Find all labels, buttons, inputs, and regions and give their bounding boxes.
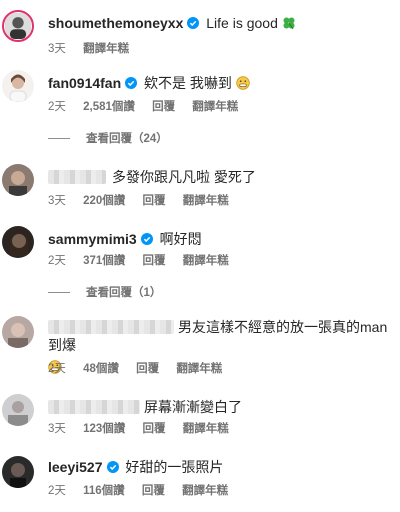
user-avatar-image [2, 316, 34, 348]
comment-time: 2天 [48, 101, 66, 113]
verified-badge-icon [140, 233, 153, 245]
reply-button[interactable]: 回覆 [143, 195, 166, 207]
comment-text: 好甜的一張照片 [125, 459, 224, 475]
username[interactable]: leeyi527 [48, 459, 103, 475]
comment-meta: 2天 48個讚 回覆 翻譯年糕 [48, 360, 236, 376]
username[interactable]: shoumethemoneyxx [48, 15, 183, 31]
comment-text: 屏幕漸漸變白了 [144, 399, 242, 415]
four-leaf-clover-icon [283, 17, 295, 30]
comment-body: 多發你跟凡凡啦 愛死了 [48, 168, 392, 186]
redacted-username [48, 400, 140, 414]
comment-body: sammymimi3 啊好悶 [48, 230, 392, 248]
divider-line [48, 138, 70, 139]
avatar[interactable] [2, 70, 34, 102]
user-avatar-image [2, 226, 34, 258]
user-avatar-image [2, 394, 34, 426]
comment-body: fan0914fan 欸不是 我嚇到 [48, 74, 392, 92]
grimacing-face-icon [236, 76, 250, 90]
likes-count[interactable]: 116個讚 [83, 485, 125, 497]
avatar[interactable] [2, 10, 34, 42]
user-avatar-image [5, 13, 31, 39]
user-avatar-image [2, 456, 34, 488]
comment-body: 屏幕漸漸變白了 [48, 398, 392, 416]
comment-body: shoumethemoneyxx Life is good [48, 14, 392, 32]
reply-button[interactable]: 回覆 [143, 255, 166, 267]
avatar[interactable] [2, 226, 34, 258]
reply-button[interactable]: 回覆 [152, 101, 175, 113]
translate-button[interactable]: 翻譯年糕 [182, 485, 228, 497]
username[interactable]: fan0914fan [48, 75, 121, 91]
view-replies-label: 查看回覆（24） [86, 133, 168, 145]
user-avatar-image [2, 164, 34, 196]
comment-meta: 3天 翻譯年糕 [48, 40, 143, 56]
view-replies-button[interactable]: 查看回覆（1） [48, 284, 161, 300]
verified-badge-icon [187, 17, 200, 29]
likes-count[interactable]: 48個讚 [83, 363, 119, 375]
comment-time: 3天 [48, 195, 66, 207]
comment-meta: 2天 2,581個讚 回覆 翻譯年糕 [48, 98, 252, 114]
comment-time: 2天 [48, 255, 66, 267]
comment-time: 2天 [48, 363, 66, 375]
translate-button[interactable]: 翻譯年糕 [176, 363, 222, 375]
verified-badge-icon [106, 461, 119, 473]
reply-button[interactable]: 回覆 [136, 363, 159, 375]
comment-time: 3天 [48, 423, 66, 435]
verified-badge-icon [125, 77, 138, 89]
translate-button[interactable]: 翻譯年糕 [183, 423, 229, 435]
comment-meta: 3天 123個讚 回覆 翻譯年糕 [48, 420, 243, 436]
redacted-username [48, 170, 106, 184]
comment-text: Life is good [206, 15, 278, 31]
comment-text: 欸不是 我嚇到 [144, 75, 232, 91]
redacted-username [48, 320, 174, 334]
comment-text: 啊好悶 [159, 231, 202, 247]
view-replies-button[interactable]: 查看回覆（24） [48, 130, 168, 146]
comment-time: 3天 [48, 43, 66, 55]
comment-meta: 2天 116個讚 回覆 翻譯年糕 [48, 482, 242, 498]
avatar[interactable] [2, 164, 34, 196]
avatar[interactable] [2, 316, 34, 348]
view-replies-label: 查看回覆（1） [86, 287, 162, 299]
reply-button[interactable]: 回覆 [142, 485, 165, 497]
user-avatar-image [2, 70, 34, 102]
translate-button[interactable]: 翻譯年糕 [183, 195, 229, 207]
comment-time: 2天 [48, 485, 66, 497]
translate-button[interactable]: 翻譯年糕 [183, 255, 229, 267]
comment-text: 多發你跟凡凡啦 愛死了 [112, 169, 256, 185]
avatar[interactable] [2, 456, 34, 488]
avatar[interactable] [2, 394, 34, 426]
comment-meta: 2天 371個讚 回覆 翻譯年糕 [48, 252, 243, 268]
likes-count[interactable]: 2,581個讚 [83, 101, 135, 113]
divider-line [48, 292, 70, 293]
likes-count[interactable]: 220個讚 [83, 195, 125, 207]
comment-body: leeyi527 好甜的一張照片 [48, 458, 392, 476]
likes-count[interactable]: 123個讚 [83, 423, 125, 435]
translate-button[interactable]: 翻譯年糕 [192, 101, 238, 113]
likes-count[interactable]: 371個讚 [83, 255, 125, 267]
username[interactable]: sammymimi3 [48, 231, 137, 247]
translate-button[interactable]: 翻譯年糕 [83, 43, 129, 55]
comment-meta: 3天 220個讚 回覆 翻譯年糕 [48, 192, 243, 208]
reply-button[interactable]: 回覆 [143, 423, 166, 435]
